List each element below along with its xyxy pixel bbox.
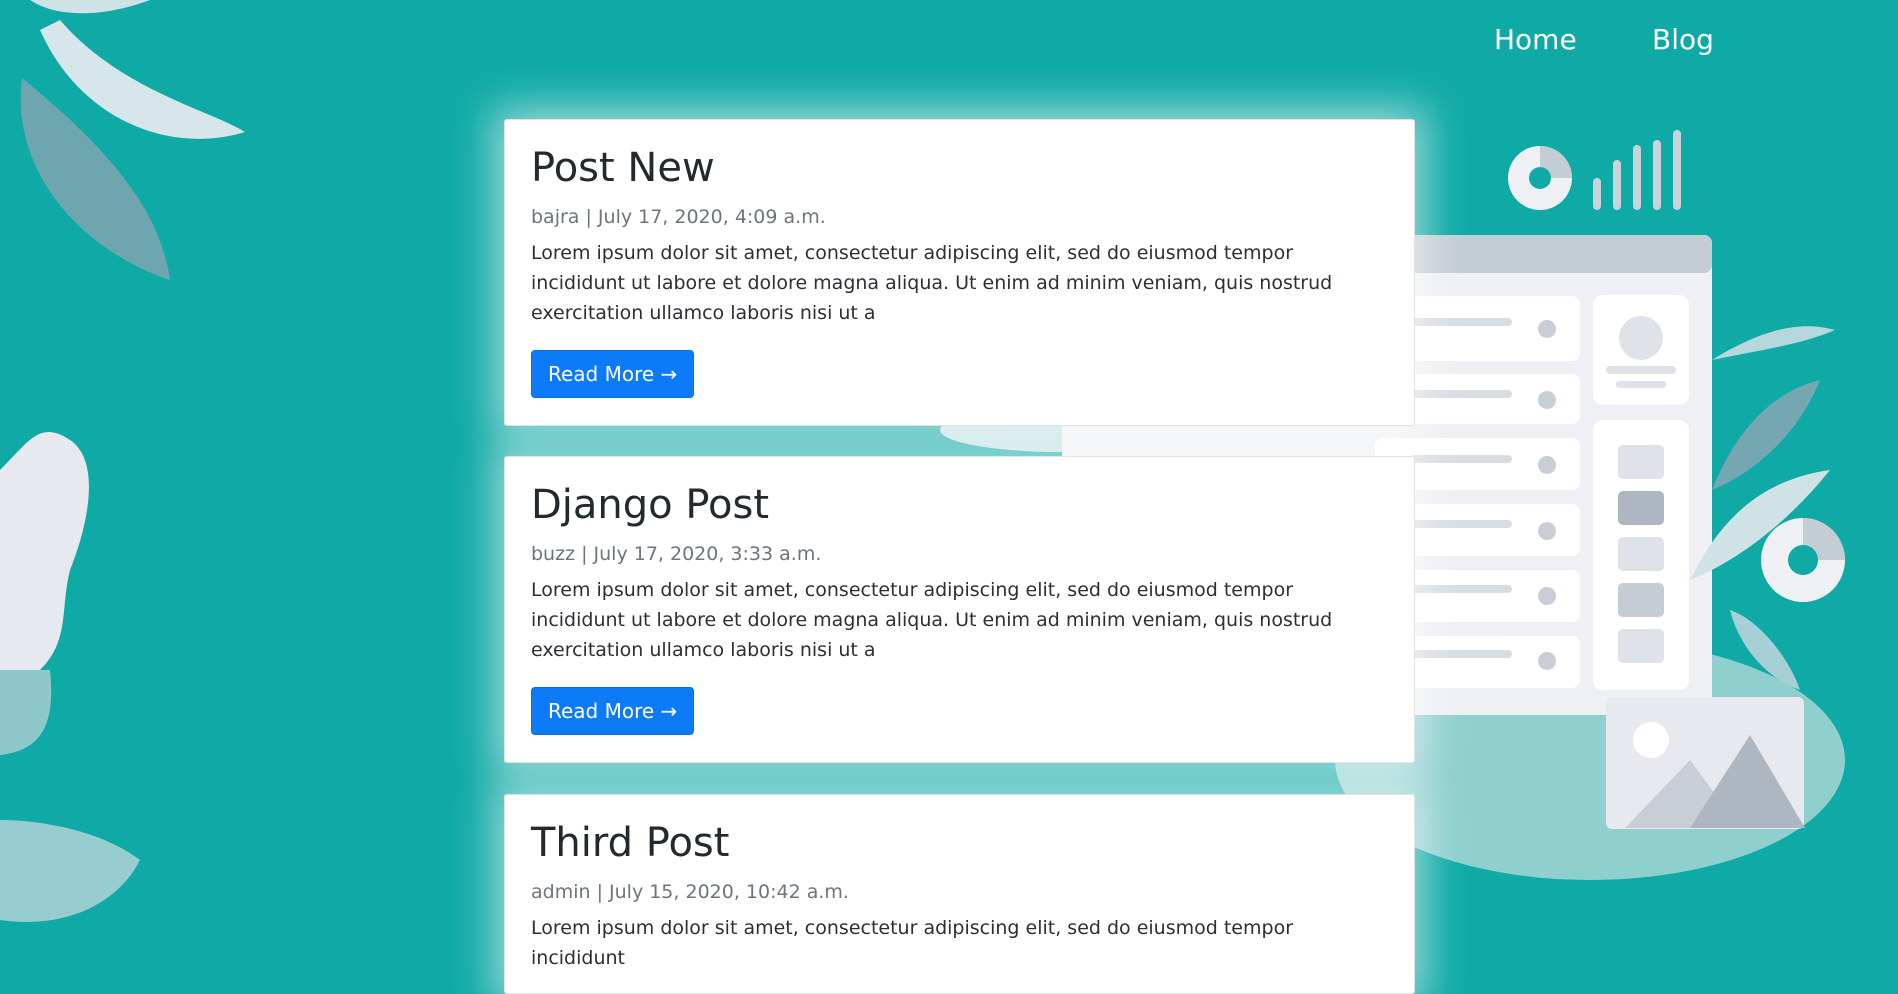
post-card: Django Post buzz | July 17, 2020, 3:33 a… (504, 456, 1415, 763)
post-title: Third Post (531, 820, 730, 866)
read-more-button[interactable]: Read More → (531, 687, 695, 735)
profile-avatar (1619, 316, 1663, 360)
post-meta: buzz | July 17, 2020, 3:33 a.m. (531, 543, 822, 565)
leaf-left-plant (0, 431, 89, 680)
post-excerpt: Lorem ipsum dolor sit amet, consectetur … (531, 917, 1294, 969)
post-meta: admin | July 15, 2020, 10:42 a.m. (531, 881, 849, 903)
post-title: Django Post (531, 482, 770, 528)
read-more-button[interactable]: Read More → (531, 350, 695, 398)
bar-chart-icon (1593, 130, 1681, 210)
leaf-bottom-left (0, 820, 140, 922)
leaf-right-2 (1712, 380, 1820, 490)
post-excerpt: Lorem ipsum dolor sit amet, consectetur … (531, 242, 1333, 324)
top-navigation: Home Blog (0, 18, 1898, 62)
profile-line-1 (1606, 366, 1676, 374)
post-excerpt: Lorem ipsum dolor sit amet, consectetur … (531, 579, 1333, 661)
side-panel-blocks (1618, 445, 1664, 663)
pot-left (0, 670, 52, 755)
nav-home-link[interactable]: Home (1494, 22, 1577, 58)
nav-blog-link[interactable]: Blog (1652, 22, 1714, 58)
post-meta: bajra | July 17, 2020, 4:09 a.m. (531, 206, 826, 228)
leaf-top-left-3 (30, 0, 150, 14)
post-card: Post New bajra | July 17, 2020, 4:09 a.m… (504, 119, 1415, 426)
post-card: Third Post admin | July 15, 2020, 10:42 … (504, 794, 1415, 994)
leaf-right-1 (1712, 326, 1835, 360)
post-title: Post New (531, 145, 715, 191)
profile-line-2 (1616, 381, 1666, 388)
